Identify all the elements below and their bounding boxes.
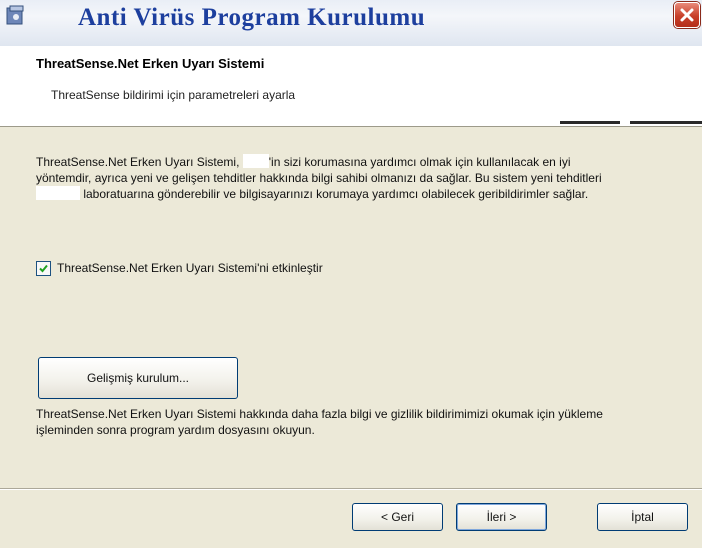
description-text: ThreatSense.Net Erken Uyarı Sistemi, 'in… — [36, 154, 616, 202]
threatsense-checkbox-row[interactable]: ThreatSense.Net Erken Uyarı Sistemi'ni e… — [36, 260, 323, 276]
footer-separator — [0, 488, 702, 490]
description-part: ThreatSense.Net Erken Uyarı Sistemi, — [36, 155, 243, 169]
redacted-text — [36, 186, 80, 200]
checkbox-label: ThreatSense.Net Erken Uyarı Sistemi'ni e… — [57, 261, 323, 275]
next-button[interactable]: İleri > — [456, 503, 547, 531]
title-bar[interactable]: Anti Virüs Program Kurulumu — [0, 0, 702, 46]
threatsense-checkbox[interactable] — [36, 260, 51, 276]
close-icon — [680, 8, 694, 22]
header-decoration — [630, 121, 702, 124]
installer-app-icon — [6, 5, 24, 25]
redacted-text — [242, 154, 269, 168]
header-decoration — [560, 121, 620, 124]
description-part: laboratuarına gönderebilir ve bilgisayar… — [80, 187, 589, 201]
wizard-header: ThreatSense.Net Erken Uyarı Sistemi Thre… — [0, 46, 702, 127]
checkmark-icon — [39, 264, 48, 272]
advanced-setup-button[interactable]: Gelişmiş kurulum... — [38, 357, 238, 399]
page-title: ThreatSense.Net Erken Uyarı Sistemi — [36, 56, 265, 71]
close-button[interactable] — [674, 2, 700, 28]
back-button[interactable]: < Geri — [352, 503, 443, 531]
cancel-button[interactable]: İptal — [597, 503, 688, 531]
info-text: ThreatSense.Net Erken Uyarı Sistemi hakk… — [36, 407, 603, 437]
page-subtitle: ThreatSense bildirimi için parametreleri… — [51, 88, 296, 102]
window-title: Anti Virüs Program Kurulumu — [78, 4, 426, 31]
